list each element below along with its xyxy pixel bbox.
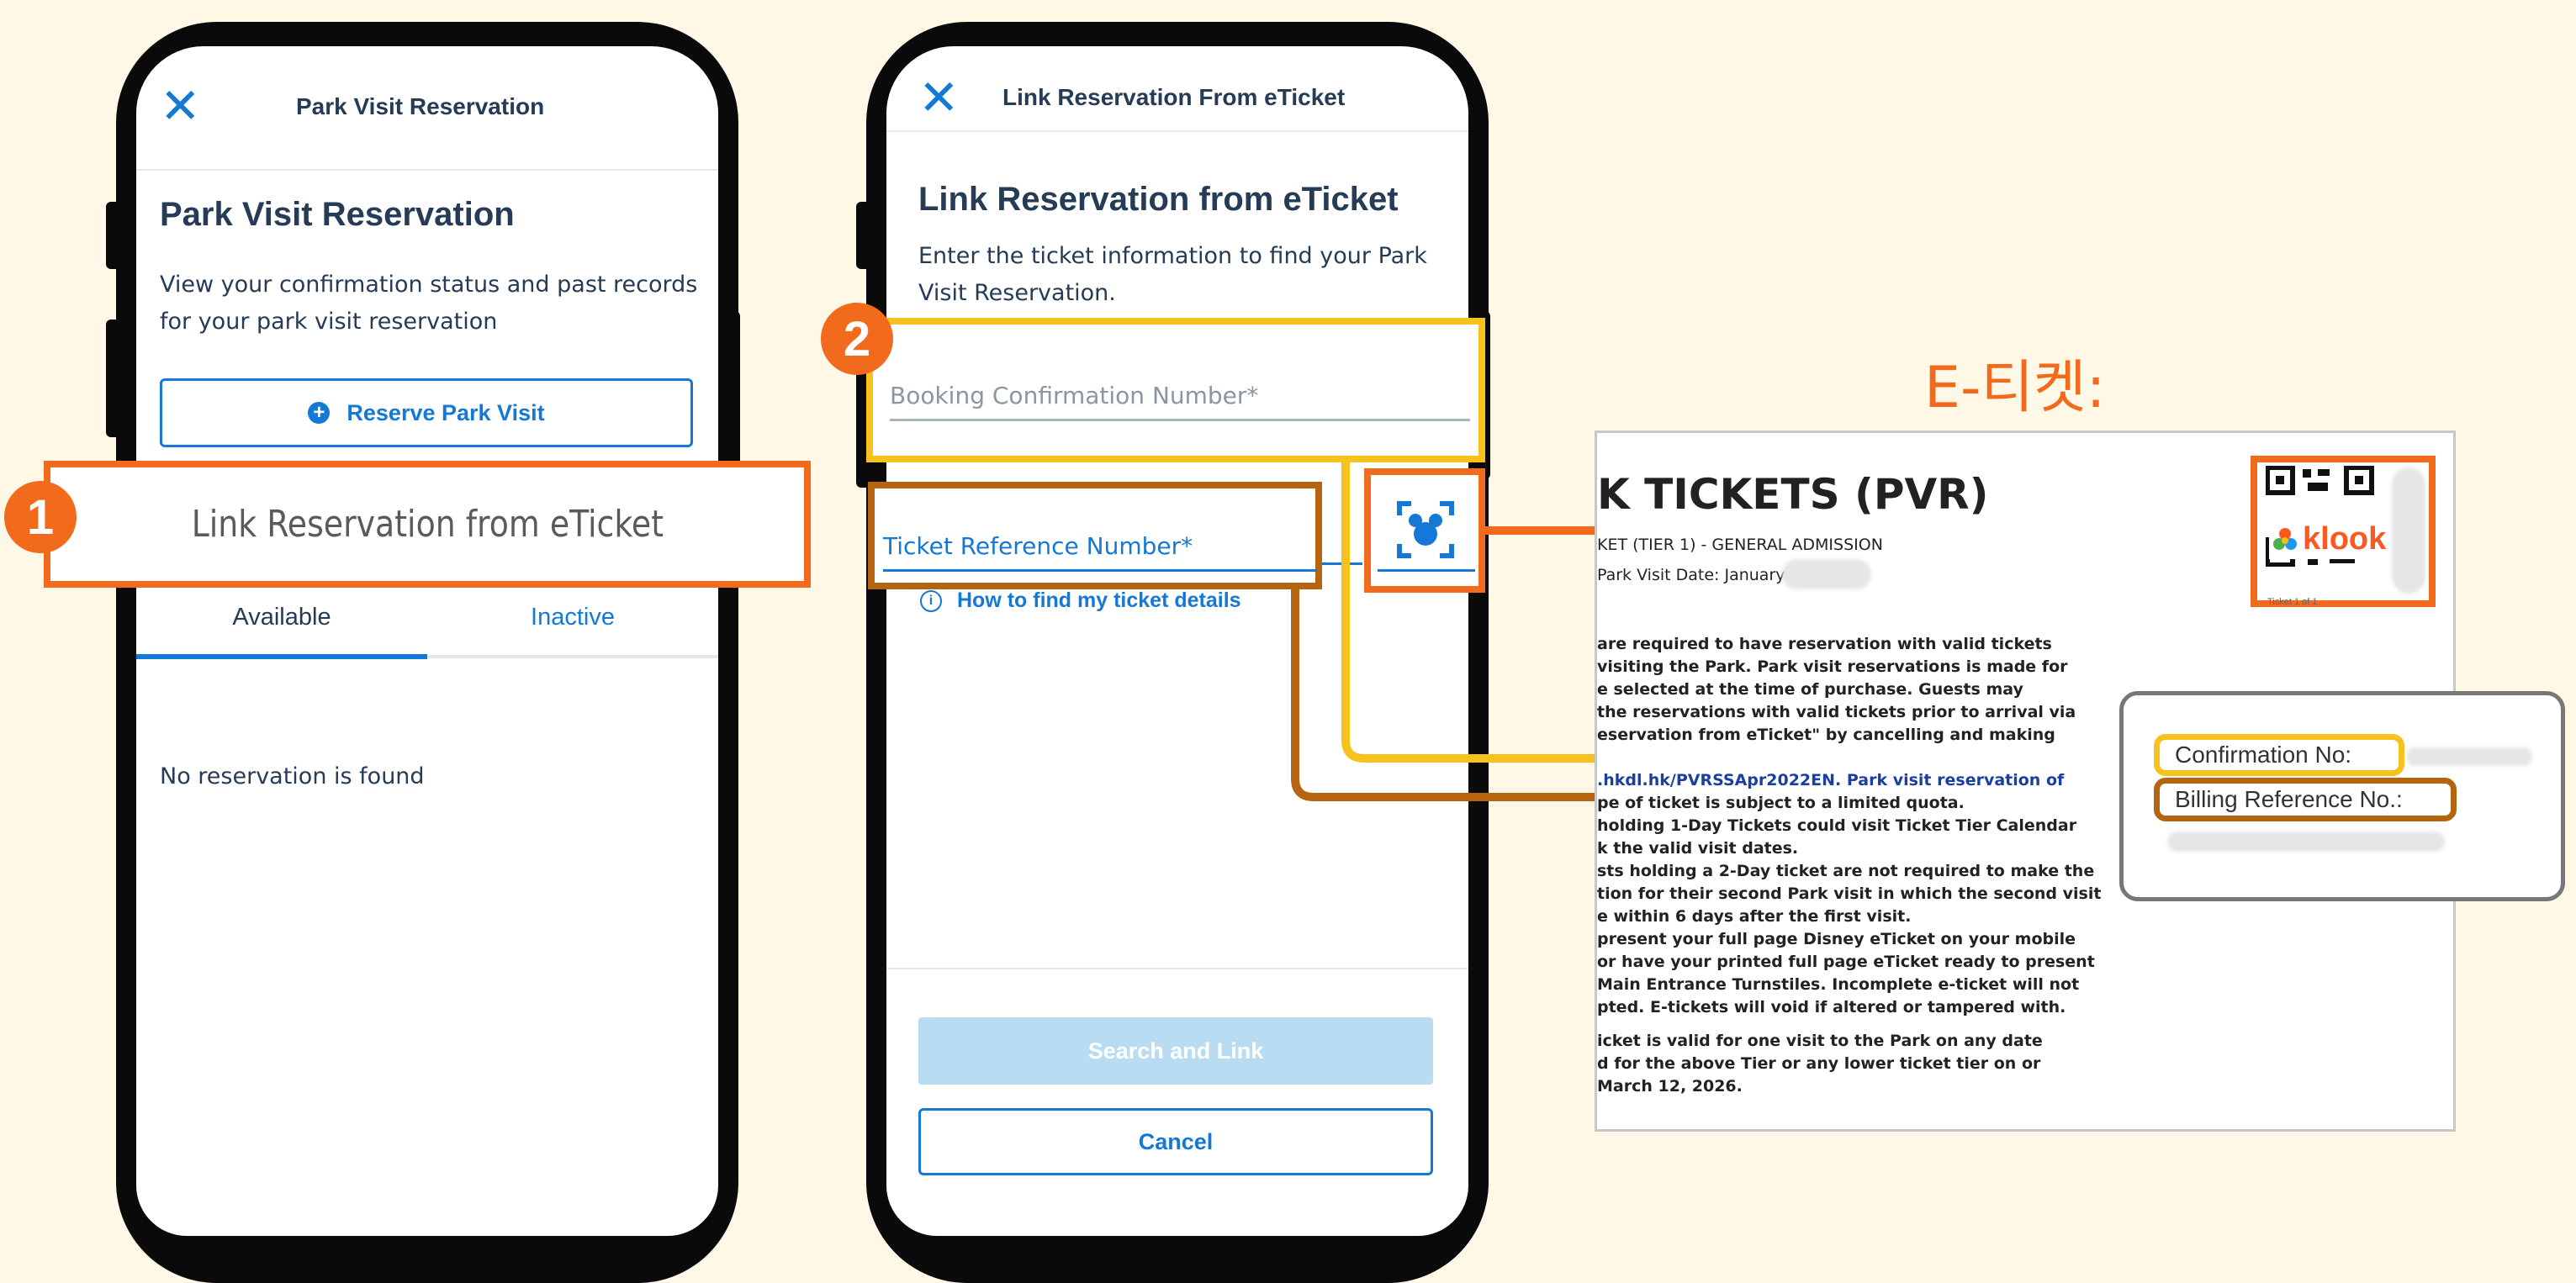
klook-logo: klook [2269,520,2390,559]
reference-numbers-callout: Confirmation No: Billing Reference No.: [2119,691,2565,901]
blurred-confirmation-value [2406,747,2532,766]
eticket-body-line: Main Entrance Turnstiles. Incomplete e-t… [1597,975,2080,994]
link-reservation-option-label: Link Reservation from eTicket [191,503,664,546]
search-button-label: Search and Link [1087,1037,1264,1064]
booking-confirmation-field[interactable]: Booking Confirmation Number* [866,318,1485,462]
search-and-link-button[interactable]: Search and Link [918,1017,1433,1085]
eticket-body-line: pted. E-tickets will void if altered or … [1597,998,2066,1016]
close-icon[interactable]: ✕ [918,74,960,123]
reserve-park-visit-button[interactable]: + Reserve Park Visit [160,378,693,447]
header-title: Park Visit Reservation [296,93,545,119]
page-description: View your confirmation status and past r… [160,272,698,335]
confirmation-number-label: Confirmation No: [2175,742,2352,768]
ticket-reference-field[interactable]: Ticket Reference Number* [868,482,1322,589]
link-reservation-option-callout[interactable]: Link Reservation from eTicket [44,461,811,588]
scan-underline [1378,569,1475,572]
app-header: ✕ Park Visit Reservation [136,46,718,171]
eticket-body-line: sts holding a 2-Day ticket are not requi… [1597,862,2095,880]
app-header: ✕ Link Reservation From eTicket [886,46,1468,132]
phone-side-button [106,202,123,269]
how-to-find-ticket-link[interactable]: i How to find my ticket details [920,589,1241,613]
bottom-divider [886,968,1468,969]
eticket-body-line: visiting the Park. Park visit reservatio… [1597,657,2068,676]
confirmation-number-box: Confirmation No: [2154,734,2404,776]
ticket-field-underline-extension [1322,562,1362,565]
billing-reference-label: Billing Reference No.: [2175,786,2403,812]
phone-screen-right: ✕ Link Reservation From eTicket Link Res… [886,46,1468,1236]
step-1-badge: 1 [4,481,77,553]
scan-ticket-button[interactable] [1364,468,1485,593]
page-description: Enter the ticket information to find you… [918,243,1427,306]
ticket-reference-placeholder: Ticket Reference Number* [883,532,1193,560]
cancel-button[interactable]: Cancel [918,1108,1433,1175]
close-icon[interactable]: ✕ [160,82,201,131]
cancel-button-label: Cancel [1138,1128,1214,1154]
tab-inactive[interactable]: Inactive [427,604,718,631]
plus-circle-icon: + [308,402,331,424]
klook-pinwheel-icon [2273,527,2297,550]
booking-field-underline [890,419,1470,421]
eticket-body-line: eservation from eTicket" by cancelling a… [1597,726,2055,744]
eticket-body-line: e within 6 days after the first visit. [1597,907,1912,926]
eticket-body-line: March 12, 2026. [1597,1077,1743,1096]
eticket-body-line: or have your printed full page eTicket r… [1597,953,2095,971]
eticket-body-line: .hkdl.hk/PVRSSApr2022EN. Park visit rese… [1597,771,2065,789]
eticket-body-line: holding 1-Day Tickets could visit Ticket… [1597,816,2077,835]
tab-active-indicator [136,654,427,659]
eticket-body-line: d for the above Tier or any lower ticket… [1597,1054,2041,1073]
qr-caption: Ticket 1 of 1 [2267,597,2318,607]
help-link-label: How to find my ticket details [957,589,1241,612]
blurred-qr-edge [2392,467,2425,594]
phone-side-button [106,319,123,437]
klook-label: klook [2303,521,2387,557]
tab-available[interactable]: Available [136,604,427,631]
phone-side-button [723,311,740,479]
tab-inactive-label: Inactive [531,604,615,631]
info-icon: i [920,589,942,612]
tab-divider [427,655,718,658]
page-title: Park Visit Reservation [160,196,515,233]
reserve-button-label: Reserve Park Visit [346,399,545,425]
tab-available-label: Available [232,604,331,631]
eticket-body-line: icket is valid for one visit to the Park… [1597,1032,2043,1050]
eticket-title: K TICKETS (PVR) [1597,470,1989,519]
step-2-badge: 2 [821,303,893,375]
scan-qr-icon [1397,501,1454,558]
eticket-body-line: present your full page Disney eTicket on… [1597,930,2076,948]
eticket-heading: E-티켓: [1924,355,2106,421]
booking-confirmation-placeholder: Booking Confirmation Number* [890,382,1259,409]
eticket-subtitle: KET (TIER 1) - GENERAL ADMISSION [1597,536,1883,554]
header-title: Link Reservation From eTicket [1002,84,1346,110]
ticket-field-underline [883,569,1317,572]
empty-message: No reservation is found [160,763,425,789]
billing-reference-box: Billing Reference No.: [2154,778,2457,821]
eticket-body-line: e selected at the time of purchase. Gues… [1597,680,2023,699]
blurred-date [1782,559,1871,589]
eticket-body-line: the reservations with valid tickets prio… [1597,703,2076,721]
eticket-body-line: are required to have reservation with va… [1597,635,2052,653]
qr-code-callout: klook Ticket 1 of 1 [2251,456,2436,607]
blurred-billing-value [2167,832,2445,852]
page-title: Link Reservation from eTicket [918,181,1399,218]
eticket-body-line: k the valid visit dates. [1597,839,1799,858]
eticket-visit-date: Park Visit Date: January [1597,566,1785,584]
eticket-body-line: pe of ticket is subject to a limited quo… [1597,794,1965,812]
phone-side-button [856,202,873,269]
eticket-body-line: tion for their second Park visit in whic… [1597,884,2102,903]
phone-screen-left: ✕ Park Visit Reservation Park Visit Rese… [136,46,718,1236]
